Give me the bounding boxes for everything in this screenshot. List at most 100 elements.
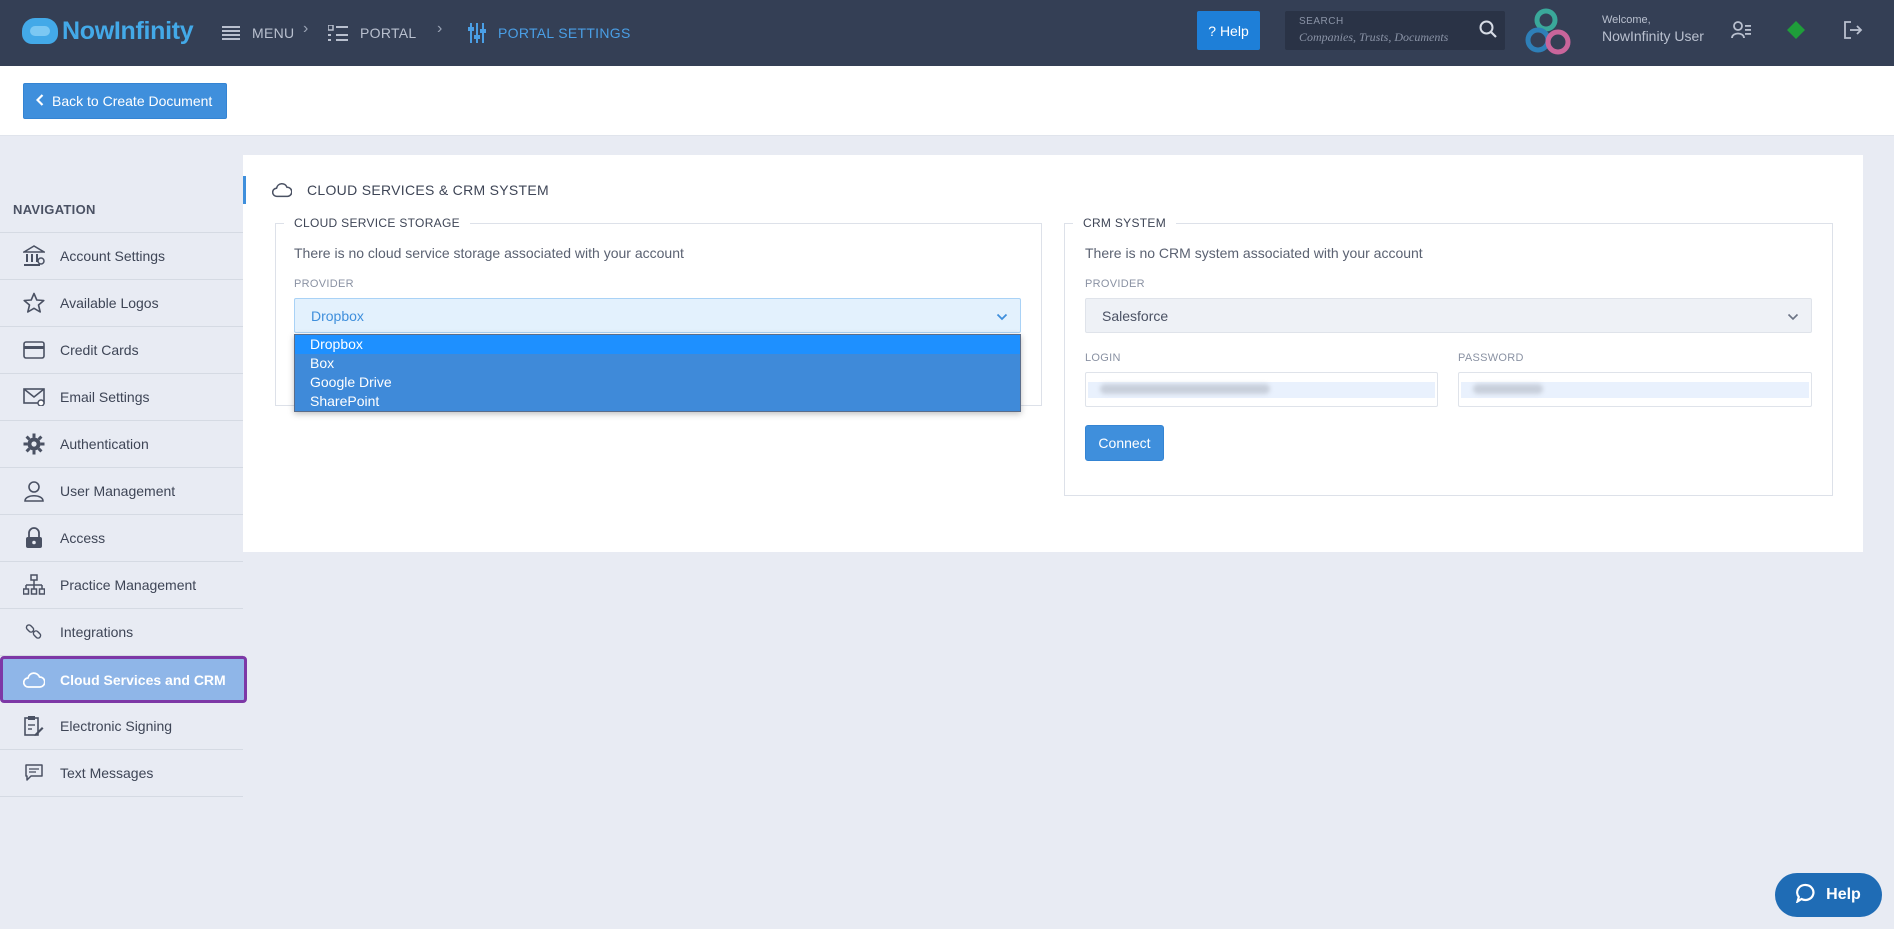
dropdown-option-sharepoint[interactable]: SharePoint: [295, 392, 1020, 411]
welcome-block: Welcome, NowInfinity User: [1602, 14, 1704, 44]
navigation-heading: NAVIGATION: [13, 202, 96, 217]
sidebar-nav: Account Settings Available Logos Credit …: [0, 232, 247, 797]
blurred-login-value: [1100, 384, 1270, 394]
crm-provider-label: PROVIDER: [1085, 278, 1145, 290]
user-name: NowInfinity User: [1602, 28, 1704, 44]
chat-bubble-icon: [1795, 883, 1816, 908]
sidebar-item-label: Account Settings: [60, 248, 166, 264]
sidebar-item-label: Electronic Signing: [60, 718, 173, 734]
cloud-provider-label: PROVIDER: [294, 278, 354, 290]
sidebar-item-label: Available Logos: [60, 295, 159, 311]
signing-icon: [22, 714, 46, 738]
sidebar-item-label: Text Messages: [60, 765, 154, 781]
company-avatar[interactable]: [1524, 8, 1574, 56]
help-button[interactable]: ? Help: [1197, 11, 1260, 50]
logout-icon[interactable]: [1843, 20, 1863, 45]
breadcrumb-separator-icon: ›: [437, 20, 443, 37]
sidebar-item-user-management[interactable]: User Management: [0, 468, 243, 515]
logo-text-now: Now: [62, 16, 114, 45]
user-icon: [22, 479, 46, 503]
sidebar-item-label: Email Settings: [60, 389, 150, 405]
sliders-icon: [468, 23, 486, 43]
breadcrumb-portal-label: PORTAL: [360, 25, 417, 41]
crm-provider-select[interactable]: Salesforce: [1085, 298, 1812, 333]
sidebar-item-available-logos[interactable]: Available Logos: [0, 280, 243, 327]
sidebar-item-credit-cards[interactable]: Credit Cards: [0, 327, 243, 374]
sub-header: Back to Create Document: [0, 66, 1894, 136]
gear-icon: [22, 432, 46, 456]
crm-system-fieldset: CRM SYSTEM: [1064, 216, 1833, 496]
crm-login-input[interactable]: [1085, 372, 1438, 407]
back-to-create-document-button[interactable]: Back to Create Document: [23, 83, 228, 119]
logo-mark-icon: [22, 18, 58, 44]
breadcrumb-separator-icon: ›: [303, 20, 309, 37]
crm-password-input[interactable]: [1458, 372, 1812, 407]
user-profile-icon[interactable]: [1731, 20, 1751, 45]
credit-card-icon: [22, 338, 46, 362]
sidebar-item-access[interactable]: Access: [0, 515, 243, 562]
dropdown-option-google-drive[interactable]: Google Drive: [295, 373, 1020, 392]
breadcrumb-portal[interactable]: PORTAL: [328, 18, 417, 48]
cloud-storage-info: There is no cloud service storage associ…: [294, 245, 684, 261]
panel-title-accent: [243, 176, 246, 204]
sidebar-item-integrations[interactable]: Integrations: [0, 609, 243, 656]
crm-system-info: There is no CRM system associated with y…: [1085, 245, 1423, 261]
cloud-icon: [22, 668, 46, 692]
logo-text-infinity: Infinity: [113, 16, 194, 45]
sidebar-item-text-messages[interactable]: Text Messages: [0, 750, 243, 797]
sidebar-item-cloud-services-and-crm[interactable]: Cloud Services and CRM: [0, 656, 247, 703]
chevron-down-icon: [1787, 309, 1799, 325]
search-box: SEARCH: [1285, 11, 1505, 50]
org-chart-icon: [22, 573, 46, 597]
breadcrumb-menu-label: MENU: [252, 25, 295, 41]
sidebar-item-label: Access: [60, 530, 106, 546]
back-button-label: Back to Create Document: [52, 93, 213, 109]
top-bar: NowInfinity MENU › PORTAL › PORTAL SETTI…: [0, 0, 1894, 66]
search-label: SEARCH: [1299, 16, 1344, 27]
list-icon: [328, 25, 348, 41]
cloud-provider-select[interactable]: Dropbox: [294, 298, 1021, 333]
sidebar-item-label: Authentication: [60, 436, 149, 452]
dropdown-option-dropbox[interactable]: Dropbox: [295, 335, 1020, 354]
hamburger-icon: [222, 26, 240, 40]
cloud-storage-legend: CLOUD SERVICE STORAGE: [284, 216, 470, 230]
crm-provider-value: Salesforce: [1102, 307, 1169, 324]
help-widget-label: Help: [1826, 886, 1861, 903]
sidebar-item-electronic-signing[interactable]: Electronic Signing: [0, 703, 243, 750]
chevron-down-icon: [996, 309, 1008, 325]
lock-icon: [22, 526, 46, 550]
help-chat-widget[interactable]: Help: [1775, 873, 1882, 917]
sidebar-item-label: User Management: [60, 483, 176, 499]
connect-button[interactable]: Connect: [1085, 425, 1164, 461]
welcome-text: Welcome,: [1602, 14, 1651, 26]
search-icon[interactable]: [1479, 20, 1497, 43]
dropdown-option-box[interactable]: Box: [295, 354, 1020, 373]
masked-password-value: [1473, 384, 1543, 394]
breadcrumb-menu[interactable]: MENU: [222, 18, 294, 48]
sidebar-item-label: Integrations: [60, 624, 134, 640]
sidebar-item-email-settings[interactable]: Email Settings: [0, 374, 243, 421]
crm-login-label: LOGIN: [1085, 352, 1121, 364]
chevron-left-icon: [35, 93, 44, 109]
sidebar-item-practice-management[interactable]: Practice Management: [0, 562, 243, 609]
page-title: CLOUD SERVICES & CRM SYSTEM: [307, 182, 549, 198]
search-input[interactable]: [1299, 29, 1469, 45]
sidebar-item-label: Credit Cards: [60, 342, 139, 358]
star-icon: [22, 291, 46, 315]
sidebar-item-authentication[interactable]: Authentication: [0, 421, 243, 468]
link-icon: [22, 620, 46, 644]
sidebar-item-label: Practice Management: [60, 577, 197, 593]
sidebar-item-account-settings[interactable]: Account Settings: [0, 233, 243, 280]
sidebar-item-label: Cloud Services and CRM: [60, 671, 226, 688]
cloud-provider-dropdown: Dropbox Box Google Drive SharePoint: [294, 334, 1021, 412]
crm-password-label: PASSWORD: [1458, 352, 1524, 364]
message-icon: [22, 761, 46, 785]
breadcrumb-portal-settings-label: PORTAL SETTINGS: [498, 25, 631, 41]
nowinfinity-logo[interactable]: NowInfinity: [22, 14, 194, 48]
cloud-provider-value: Dropbox: [311, 307, 364, 324]
breadcrumb-portal-settings[interactable]: PORTAL SETTINGS: [468, 18, 631, 48]
bank-icon: [22, 244, 46, 268]
cloud-icon: [271, 182, 293, 203]
crm-system-legend: CRM SYSTEM: [1073, 216, 1177, 230]
status-indicator-icon: [1787, 21, 1805, 44]
